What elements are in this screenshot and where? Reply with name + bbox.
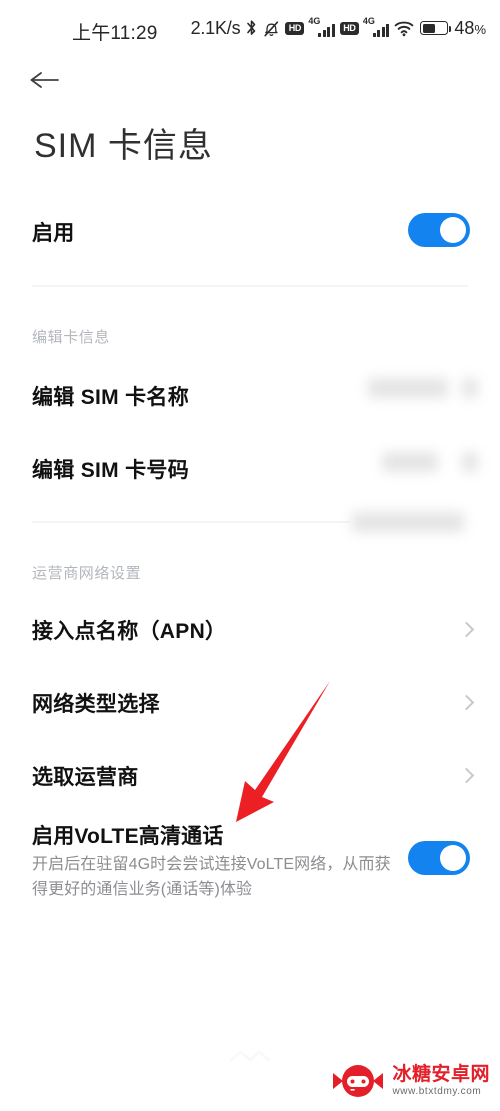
back-arrow-icon <box>28 68 62 97</box>
nav-gesture-hint <box>229 1050 271 1062</box>
row-edit-sim-number-accessory-redacted <box>462 452 478 472</box>
row-apn[interactable]: 接入点名称（APN） <box>0 608 500 652</box>
row-enable-sim-label: 启用 <box>32 222 75 245</box>
status-bar-icons: 2.1K/s HD 4G HD 4G 48% <box>191 16 486 40</box>
row-select-carrier[interactable]: 选取运营商 <box>0 754 500 798</box>
signal-bars-sim2: 4G <box>362 16 390 37</box>
row-network-type[interactable]: 网络类型选择 <box>0 681 500 725</box>
divider-2-redacted-tail <box>352 512 464 532</box>
bluetooth-icon <box>245 19 258 38</box>
wifi-icon <box>394 20 415 37</box>
row-edit-sim-number-label: 编辑 SIM 卡号码 <box>32 459 190 482</box>
sim1-network-type-label: 4G <box>308 16 321 26</box>
watermark-site-name: 冰糖安卓网 <box>392 1064 490 1085</box>
phone-screen: 上午11:29 2.1K/s HD 4G HD 4G 48% SIM 卡信息 启… <box>0 0 500 1111</box>
hd-badge-sim2: HD <box>339 21 359 35</box>
row-volte-title: 启用VoLTE高清通话 <box>32 825 224 848</box>
row-select-carrier-label: 选取运营商 <box>32 766 139 789</box>
row-apn-label: 接入点名称（APN） <box>32 620 227 643</box>
status-bar: 上午11:29 2.1K/s HD 4G HD 4G 48% <box>0 0 500 56</box>
toggle-enable-sim[interactable] <box>408 213 470 247</box>
row-edit-sim-name-accessory-redacted <box>462 378 478 398</box>
row-volte-description: 开启后在驻留4G时会尝试连接VoLTE网络，从而获得更好的通信业务(通话等)体验 <box>32 856 391 898</box>
battery-percent-text: 48% <box>454 17 486 38</box>
status-bar-clock: 上午11:29 <box>72 23 158 44</box>
row-edit-sim-number-value-redacted <box>382 452 438 472</box>
watermark-url: www.btxtdmy.com <box>392 1086 482 1097</box>
bell-muted-icon <box>263 19 280 38</box>
row-edit-sim-name-value-redacted <box>368 378 448 398</box>
hd-badge-sim1: HD <box>285 21 305 35</box>
row-edit-sim-name-label: 编辑 SIM 卡名称 <box>32 386 190 409</box>
row-network-type-label: 网络类型选择 <box>32 693 160 716</box>
section-heading-carrier-network: 运营商网络设置 <box>32 565 142 582</box>
battery-icon <box>420 21 452 35</box>
divider-2 <box>32 521 350 523</box>
back-button[interactable] <box>28 60 78 104</box>
section-heading-edit-card: 编辑卡信息 <box>32 329 111 346</box>
divider-1 <box>32 285 468 287</box>
signal-bars-sim1: 4G <box>308 16 335 37</box>
page-title: SIM 卡信息 <box>34 127 213 165</box>
watermark: 冰糖安卓网 www.btxtdmy.com <box>331 1061 490 1101</box>
network-speed-text: 2.1K/s <box>190 17 241 38</box>
candy-gamepad-logo-icon <box>331 1061 385 1101</box>
toggle-volte[interactable] <box>408 841 470 875</box>
sim2-network-type-label: 4G <box>362 16 375 26</box>
